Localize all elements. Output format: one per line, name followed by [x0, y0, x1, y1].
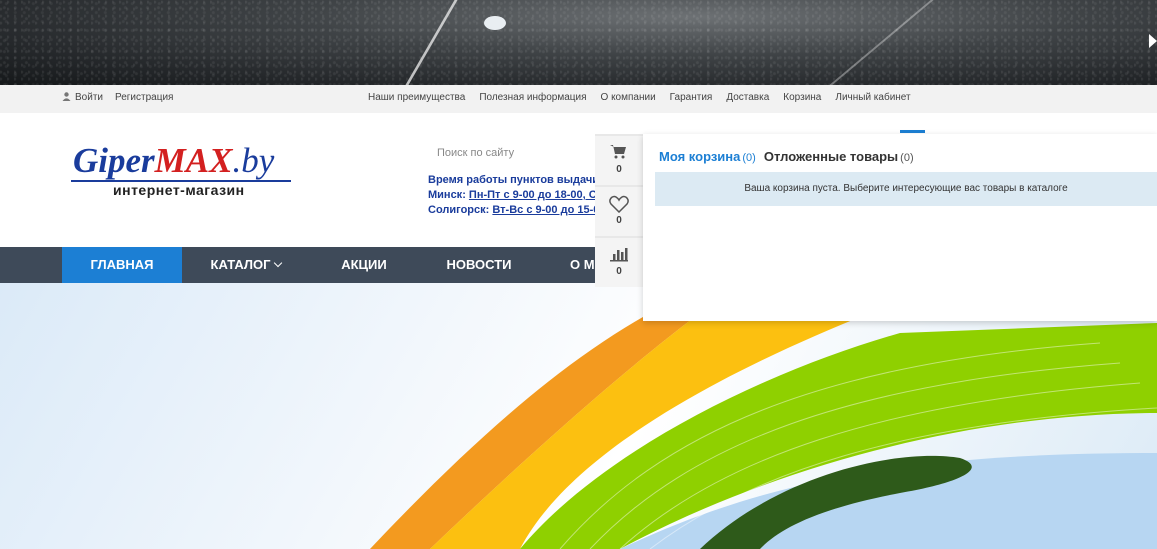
- auth-links: Войти Регистрация: [62, 92, 173, 103]
- panel-accent: [900, 130, 925, 133]
- register-link[interactable]: Регистрация: [115, 92, 173, 103]
- soligorsk-hours: Вт-Вс с 9-00 до 15-00: [492, 204, 606, 216]
- pickup-hours-title: Время работы пунктов выдачи: [428, 174, 599, 186]
- link-cart[interactable]: Корзина: [783, 92, 821, 103]
- search-input[interactable]: Поиск по сайту: [437, 147, 514, 159]
- tab-delayed-items[interactable]: Отложенные товары (0): [764, 149, 914, 164]
- info-links: Наши преимущества Полезная информация О …: [368, 92, 911, 103]
- compare-icon: [610, 248, 628, 262]
- nav-home[interactable]: ГЛАВНАЯ: [62, 247, 182, 283]
- login-link[interactable]: Войти: [62, 92, 103, 103]
- cart-panel: Моя корзина (0) Отложенные товары (0) Ваша …: [643, 134, 1157, 321]
- chevron-down-icon: [274, 258, 283, 268]
- strip-compare[interactable]: 0: [595, 238, 643, 287]
- link-useful-info[interactable]: Полезная информация: [479, 92, 586, 103]
- cart-empty-message: Ваша корзина пуста. Выберите интересующи…: [655, 172, 1157, 206]
- strip-wishlist[interactable]: 0: [595, 187, 643, 236]
- compare-count: 0: [616, 266, 622, 277]
- top-banner: [0, 0, 1157, 85]
- link-advantages[interactable]: Наши преимущества: [368, 92, 465, 103]
- site-logo[interactable]: GiperMAX.by интернет-магазин: [67, 141, 292, 199]
- quick-panel-strip: 0 0 0: [595, 134, 643, 287]
- link-about[interactable]: О компании: [601, 92, 656, 103]
- link-account[interactable]: Личный кабинет: [835, 92, 910, 103]
- cart-count: 0: [616, 164, 622, 175]
- cart-icon: [610, 145, 626, 159]
- minsk-hours: Пн-Пт с 9-00 до 18-00, Сб: [468, 189, 604, 201]
- nav-news[interactable]: НОВОСТИ: [430, 247, 528, 283]
- logo-text: GiperMAX.by: [73, 141, 275, 180]
- strip-cart[interactable]: 0: [595, 136, 643, 185]
- nav-catalog[interactable]: КАТАЛОГ: [196, 247, 296, 283]
- cart-panel-tabs: Моя корзина (0) Отложенные товары (0): [659, 149, 914, 164]
- top-bar: Войти Регистрация Наши преимущества Поле…: [0, 85, 1157, 113]
- slider-next-icon[interactable]: [1149, 34, 1157, 48]
- heart-icon: [609, 195, 629, 213]
- user-icon: [62, 92, 71, 101]
- pickup-hours: Время работы пунктов выдачи Минск: Пн-Пт…: [428, 174, 606, 216]
- nav-promotions[interactable]: АКЦИИ: [318, 247, 410, 283]
- hero-banner[interactable]: [0, 283, 1157, 549]
- logo-subtitle: интернет-магазин: [113, 182, 245, 198]
- link-warranty[interactable]: Гарантия: [670, 92, 713, 103]
- link-delivery[interactable]: Доставка: [726, 92, 769, 103]
- tab-my-cart[interactable]: Моя корзина (0): [659, 149, 756, 164]
- wishlist-count: 0: [616, 215, 622, 226]
